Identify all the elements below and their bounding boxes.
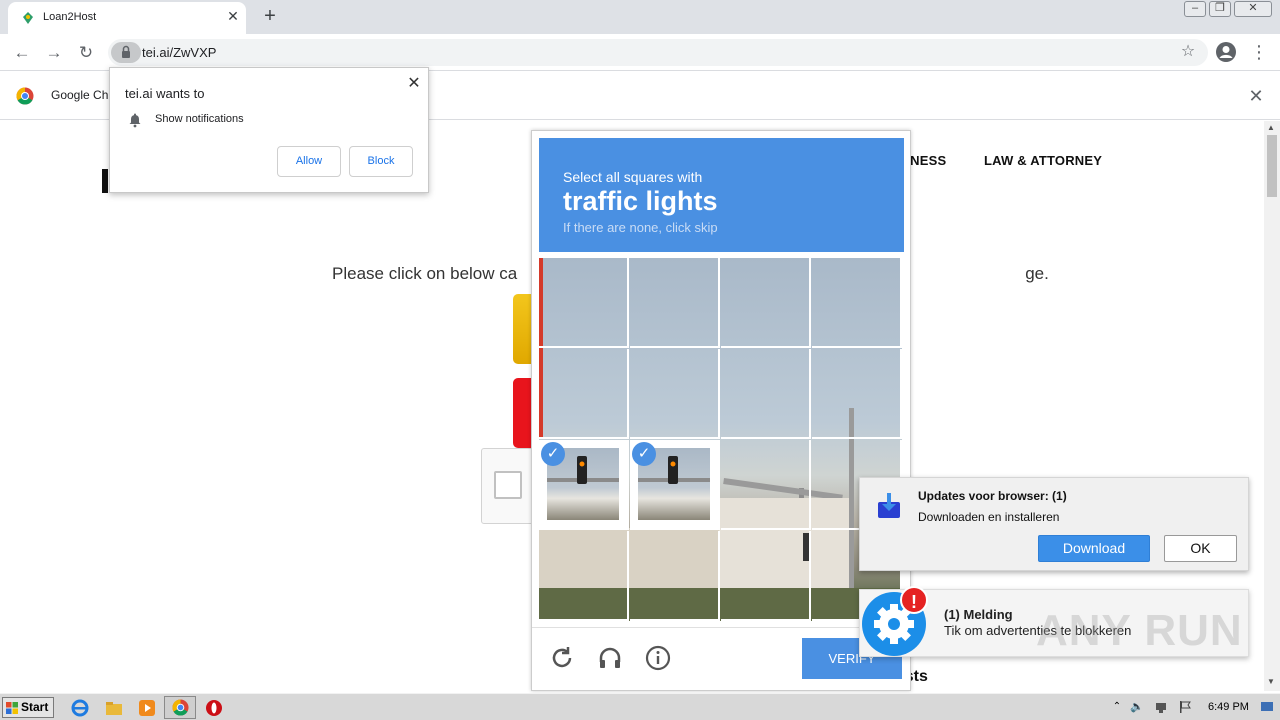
red-choice-button[interactable] bbox=[513, 378, 533, 448]
lock-icon[interactable] bbox=[111, 42, 141, 63]
captcha-tile[interactable] bbox=[539, 531, 629, 621]
start-button[interactable]: Start bbox=[2, 697, 54, 718]
new-tab-button[interactable]: + bbox=[260, 5, 280, 27]
captcha-footer: VERIFY bbox=[532, 627, 910, 691]
captcha-tile[interactable] bbox=[630, 531, 720, 621]
captcha-target: traffic lights bbox=[563, 186, 718, 216]
show-desktop-icon[interactable] bbox=[1260, 700, 1274, 714]
bell-icon bbox=[129, 113, 141, 128]
selected-check-icon: ✓ bbox=[632, 442, 656, 466]
permission-item: Show notifications bbox=[155, 113, 244, 125]
chrome-logo-icon bbox=[172, 699, 189, 716]
taskbar-clock: 6:49 PM bbox=[1208, 701, 1249, 713]
permission-close-icon[interactable]: ✕ bbox=[404, 74, 424, 94]
browser-update-popup: Updates voor browser: (1) Downloaden en … bbox=[859, 477, 1249, 571]
scroll-thumb[interactable] bbox=[1267, 135, 1277, 197]
minimize-button[interactable]: – bbox=[1184, 1, 1206, 17]
melding-title: (1) Melding bbox=[944, 607, 1013, 622]
tab-close-icon[interactable]: ✕ bbox=[224, 7, 242, 25]
forward-arrow-icon[interactable]: → bbox=[42, 41, 66, 65]
menu-kebab-icon[interactable]: ⋮ bbox=[1250, 41, 1268, 63]
tab-strip: Loan2Host ✕ + – ❐ ✕ bbox=[0, 0, 1280, 34]
captcha-tile[interactable] bbox=[812, 349, 902, 439]
page-message-right: ge. bbox=[1025, 264, 1049, 283]
update-title: Updates voor browser: (1) bbox=[918, 489, 1067, 503]
infobar-text: Google Ch bbox=[51, 88, 109, 102]
info-icon[interactable] bbox=[644, 644, 672, 672]
page-scrollbar[interactable]: ▲ ▼ bbox=[1264, 121, 1280, 691]
bookmark-star-icon[interactable]: ☆ bbox=[1178, 42, 1198, 62]
profile-avatar-icon[interactable] bbox=[1215, 41, 1237, 63]
captcha-header: Select all squares with traffic lights I… bbox=[539, 138, 904, 252]
tab-loan2host[interactable]: Loan2Host ✕ bbox=[8, 2, 246, 34]
site-logo[interactable] bbox=[102, 169, 108, 193]
nav-link-law-attorney[interactable]: LAW & ATTORNEY bbox=[984, 153, 1102, 168]
ok-button[interactable]: OK bbox=[1164, 535, 1237, 562]
selected-check-icon: ✓ bbox=[541, 442, 565, 466]
captcha-tile[interactable] bbox=[812, 258, 902, 348]
back-arrow-icon[interactable]: ← bbox=[10, 41, 34, 65]
address-bar[interactable]: tei.ai/ZwVXP ☆ bbox=[108, 39, 1208, 66]
media-player-icon[interactable] bbox=[138, 699, 156, 717]
alert-badge-icon: ! bbox=[900, 586, 928, 614]
taskbar-chrome-button[interactable] bbox=[164, 696, 196, 719]
captcha-tile[interactable] bbox=[630, 349, 720, 439]
captcha-skip-hint: If there are none, click skip bbox=[563, 220, 718, 235]
captcha-tile[interactable] bbox=[721, 531, 811, 621]
windows-logo-icon bbox=[6, 702, 18, 714]
window-close-button[interactable]: ✕ bbox=[1234, 1, 1272, 17]
captcha-tile[interactable] bbox=[721, 440, 811, 530]
block-button[interactable]: Block bbox=[349, 146, 413, 177]
maximize-button[interactable]: ❐ bbox=[1209, 1, 1231, 17]
captcha-checkbox[interactable] bbox=[494, 471, 522, 499]
volume-icon[interactable]: 🔈 bbox=[1130, 700, 1144, 714]
headphones-icon[interactable] bbox=[596, 644, 624, 672]
scroll-up-icon[interactable]: ▲ bbox=[1267, 123, 1275, 132]
captcha-image-grid: ✓ ✓ bbox=[539, 258, 902, 621]
scroll-down-icon[interactable]: ▼ bbox=[1267, 677, 1275, 686]
captcha-tile[interactable] bbox=[721, 349, 811, 439]
network-icon[interactable] bbox=[1154, 700, 1168, 714]
captcha-tile[interactable] bbox=[721, 258, 811, 348]
captcha-tile[interactable] bbox=[539, 258, 629, 348]
captcha-tile[interactable] bbox=[630, 258, 720, 348]
reload-icon[interactable] bbox=[548, 644, 576, 672]
captcha-challenge: Select all squares with traffic lights I… bbox=[531, 130, 911, 691]
internet-explorer-icon[interactable] bbox=[71, 699, 89, 717]
download-arrow-icon bbox=[878, 493, 900, 518]
windows-taskbar: Start ⌃ 🔈 6:49 PM bbox=[0, 693, 1280, 720]
captcha-tile[interactable]: ✓ bbox=[539, 440, 629, 530]
permission-title: tei.ai wants to bbox=[125, 86, 205, 101]
captcha-tile[interactable]: ✓ bbox=[630, 440, 720, 530]
browser-toolbar: ← → ↻ tei.ai/ZwVXP ☆ bbox=[0, 34, 1280, 71]
captcha-prompt: Select all squares with bbox=[563, 169, 703, 185]
anyrun-watermark: ANY RUN bbox=[1036, 606, 1243, 655]
file-explorer-icon[interactable] bbox=[105, 699, 123, 717]
allow-button[interactable]: Allow bbox=[277, 146, 341, 177]
start-label: Start bbox=[21, 700, 49, 714]
url-text[interactable]: tei.ai/ZwVXP bbox=[142, 45, 216, 60]
captcha-tile[interactable] bbox=[539, 349, 629, 439]
action-center-flag-icon[interactable] bbox=[1178, 700, 1192, 714]
tray-expand-icon[interactable]: ⌃ bbox=[1110, 700, 1124, 714]
yellow-choice-button[interactable] bbox=[513, 294, 533, 364]
notification-permission-prompt: tei.ai wants to ✕ Show notifications All… bbox=[109, 67, 429, 193]
opera-icon[interactable] bbox=[205, 699, 223, 717]
page-message-left: Please click on below ca bbox=[332, 264, 518, 283]
update-subtitle: Downloaden en installeren bbox=[918, 510, 1060, 524]
reload-icon[interactable]: ↻ bbox=[74, 41, 98, 65]
download-button[interactable]: Download bbox=[1038, 535, 1150, 562]
chrome-logo-icon bbox=[16, 87, 34, 105]
site-favicon-icon bbox=[23, 12, 33, 24]
tab-title: Loan2Host bbox=[43, 11, 97, 23]
infobar-close-icon[interactable]: ✕ bbox=[1246, 86, 1266, 106]
